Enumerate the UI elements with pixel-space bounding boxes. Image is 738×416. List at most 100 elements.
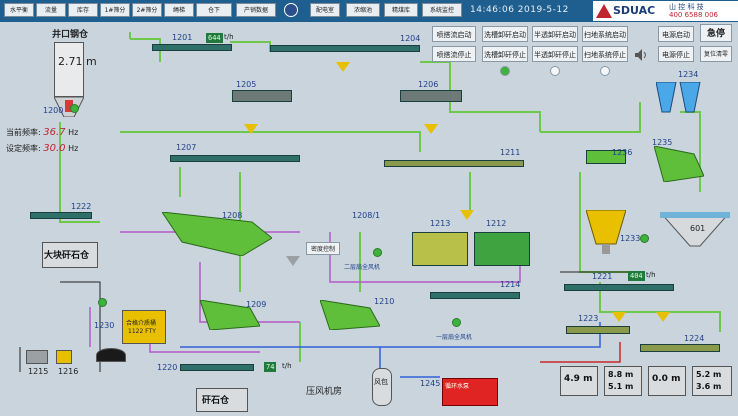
conveyor-1204[interactable] (270, 45, 420, 52)
fan-1-label: 一层扇全风机 (436, 334, 473, 341)
medium-tank-label: 合格介质桶 (126, 320, 157, 327)
nav-ladder[interactable]: 绳梯 (164, 3, 194, 17)
screen-1206[interactable] (400, 90, 462, 102)
ctrl-start-4[interactable]: 扫地系统启动 (582, 26, 628, 42)
conveyor-1207[interactable] (170, 155, 300, 162)
freq-current-label: 当前频率: (6, 128, 41, 137)
screen-1210[interactable] (320, 300, 380, 330)
diverter-valve-icon[interactable] (656, 312, 670, 322)
process-diagram: 井口钢仓 2.71 m 1200 当前频率: 36.7 Hz 设定频率: 30.… (0, 22, 738, 416)
gangue-silo-label: 矸石仓 (202, 396, 230, 406)
ctrl-start-1[interactable]: 喷搭流启动 (432, 26, 476, 42)
freq-current-value: 36.7 (43, 127, 66, 138)
pump-1216[interactable] (56, 350, 72, 364)
nav-inventory[interactable]: 库存 (68, 3, 98, 17)
fan-1-status-icon (452, 318, 461, 327)
brand-logo: SDUAC 山 控 科 技 400 6588 006 (593, 1, 738, 21)
freq-current-unit: Hz (68, 128, 79, 137)
conveyor-1201[interactable] (152, 44, 232, 51)
e1214-label: 1214 (500, 280, 521, 289)
ctrl-start-3[interactable]: 半透卸矸启动 (532, 26, 578, 42)
ctrl-power-start[interactable]: 电源启动 (658, 26, 694, 42)
water-pump-alarm[interactable]: 循环水泵 (442, 378, 498, 406)
pipe-green (120, 131, 421, 152)
air-receiver (372, 368, 392, 406)
nav-under-silo[interactable]: 仓下 (196, 3, 232, 17)
ctrl-stop-3[interactable]: 半透卸矸停止 (532, 46, 578, 62)
crusher-1213[interactable] (412, 232, 468, 266)
ctrl-start-2[interactable]: 洗槽卸矸启动 (482, 26, 528, 42)
jig-1208[interactable] (162, 212, 272, 256)
diverter-valve-icon[interactable] (612, 312, 626, 322)
density-control-button[interactable]: 密度控制 (306, 242, 340, 255)
product-silo-2-level: 8.8 m (608, 370, 634, 379)
nav-water-balance[interactable]: 水平衡 (4, 3, 34, 17)
reset-button[interactable]: 复位清零 (700, 46, 732, 62)
e1212-label: 1212 (486, 219, 507, 228)
e1234-label: 1234 (678, 70, 699, 79)
screen-1205[interactable] (232, 90, 292, 102)
conveyor-1220[interactable] (180, 364, 254, 371)
status-radio[interactable] (550, 66, 560, 76)
nav-production-data[interactable]: 产销数据 (236, 3, 276, 17)
conveyor-1214[interactable] (430, 292, 520, 299)
freq-set-label: 设定频率: (6, 144, 41, 153)
diverter-valve-icon[interactable] (460, 210, 474, 220)
wellhead-silo (54, 42, 84, 97)
e1200-label: 1200 (43, 106, 64, 115)
freq-set-unit: Hz (68, 144, 79, 153)
ctrl-stop-1[interactable]: 喷搭流停止 (432, 46, 476, 62)
nav-screen-2[interactable]: 2#筛分 (132, 3, 162, 17)
e1220-label: 1220 (157, 363, 178, 372)
nav-clean-coal[interactable]: 精煤库 (384, 3, 418, 17)
status-radio-on[interactable] (500, 66, 510, 76)
nav-flow[interactable]: 流量 (36, 3, 66, 17)
status-radio[interactable] (600, 66, 610, 76)
e1230-label: 1230 (94, 321, 115, 330)
cyclone-1234[interactable] (656, 82, 704, 122)
e1235-label: 1235 (652, 138, 673, 147)
e1222-label: 1222 (71, 202, 92, 211)
e1221-label: 1221 (592, 272, 613, 281)
diverter-valve-icon[interactable] (336, 62, 350, 72)
water-pump-alarm-label: 循环水泵 (445, 383, 470, 390)
fan-status-icon (373, 248, 382, 257)
logo-text: SDUAC (613, 4, 656, 17)
pipe-green (540, 102, 641, 133)
emergency-stop-button[interactable]: 急停 (700, 24, 732, 42)
compressor-room-label: 压风机房 (306, 387, 343, 397)
big-gangue-silo-label: 大块矸石仓 (44, 251, 90, 261)
e1208-1-label: 1208/1 (352, 211, 381, 220)
product-silo-4-level: 5.2 m (696, 370, 722, 379)
screen-1235[interactable] (654, 146, 704, 182)
speaker-icon[interactable] (634, 48, 648, 62)
ctrl-power-stop[interactable]: 电源停止 (658, 46, 694, 62)
logo-phone: 400 6588 006 (669, 11, 718, 19)
medium-tank (122, 310, 166, 344)
diverter-valve-icon[interactable] (244, 124, 258, 134)
crusher-1212[interactable] (474, 232, 530, 266)
ctrl-stop-2[interactable]: 洗槽卸矸停止 (482, 46, 528, 62)
nav-thickener[interactable]: 浓缩池 (346, 3, 380, 17)
nav-system-monitor[interactable]: 系统监控 (422, 3, 462, 17)
medium-tank-1233[interactable] (586, 210, 626, 254)
nav-screen-1[interactable]: 1#筛分 (100, 3, 130, 17)
conveyor-1224[interactable] (640, 344, 720, 352)
conveyor-1222[interactable] (30, 212, 92, 219)
feeder-1200-status-icon[interactable] (70, 104, 79, 113)
e1221-rate: 404 (628, 271, 645, 281)
status-indicator[interactable] (284, 3, 298, 17)
product-silo-4-level-2: 3.6 m (696, 382, 722, 391)
pump-1215[interactable] (26, 350, 48, 364)
e1236-label: 1236 (612, 148, 633, 157)
nav-power-room[interactable]: 配电室 (310, 3, 340, 17)
diverter-valve-icon[interactable] (424, 124, 438, 134)
e1221-unit: t/h (646, 271, 656, 279)
conveyor-1221[interactable] (564, 284, 674, 291)
diverter-valve-icon[interactable] (286, 256, 300, 266)
wellhead-silo-title: 井口钢仓 (52, 30, 89, 40)
conveyor-1211[interactable] (384, 160, 524, 167)
conveyor-1223[interactable] (566, 326, 630, 334)
ctrl-stop-4[interactable]: 扫地系统停止 (582, 46, 628, 62)
e1223-label: 1223 (578, 314, 599, 323)
